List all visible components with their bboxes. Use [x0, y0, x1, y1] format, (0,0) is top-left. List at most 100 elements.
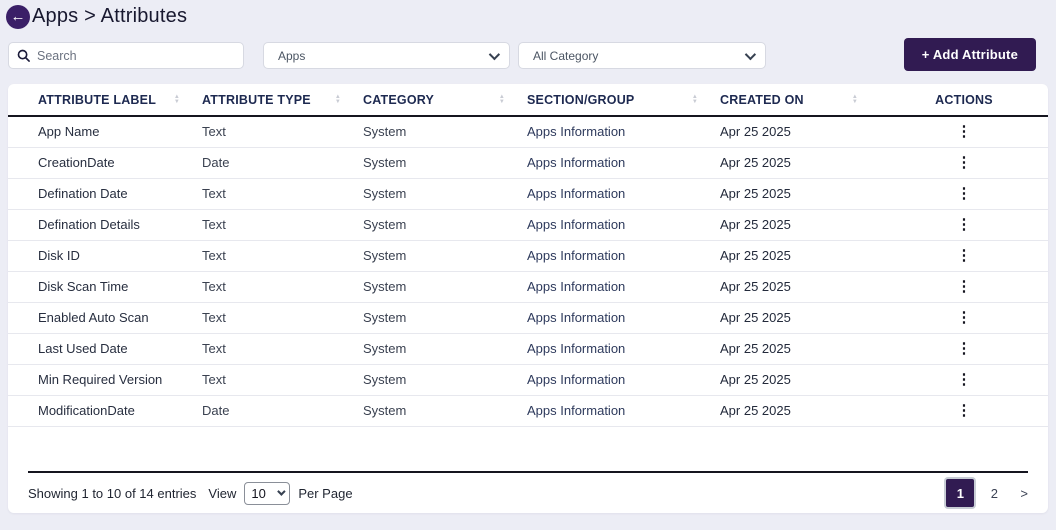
- search-icon: [17, 49, 30, 62]
- row-actions-menu-icon[interactable]: ⋮: [957, 186, 972, 201]
- page-button-1[interactable]: 1: [946, 479, 975, 507]
- cell-actions: ⋮: [880, 178, 1048, 210]
- cell-actions: ⋮: [880, 302, 1048, 334]
- cell-created: Apr 25 2025: [720, 116, 880, 148]
- table-row: Defination Details Text System Apps Informa…: [8, 209, 1048, 241]
- pagination: 1 2 >: [940, 479, 1028, 507]
- cell-category: System: [363, 178, 527, 210]
- row-actions-menu-icon[interactable]: ⋮: [957, 341, 972, 356]
- cell-actions: ⋮: [880, 209, 1048, 241]
- arrow-left-icon: ←: [10, 8, 26, 25]
- sort-icon: ▲ ▼: [851, 93, 858, 105]
- column-header-actions: ACTIONS: [880, 84, 1048, 117]
- cell-section: Apps Information: [527, 302, 720, 334]
- footer-left: Showing 1 to 10 of 14 entries View 10 Pe…: [28, 481, 353, 505]
- row-actions-menu-icon[interactable]: ⋮: [957, 155, 972, 170]
- cell-actions: ⋮: [880, 333, 1048, 365]
- cell-label: Defination Details: [8, 209, 202, 241]
- cell-label: App Name: [8, 116, 202, 148]
- column-header-created-on[interactable]: CREATED ON ▲ ▼: [720, 84, 880, 117]
- cell-created: Apr 25 2025: [720, 395, 880, 427]
- cell-actions: ⋮: [880, 240, 1048, 272]
- cell-section: Apps Information: [527, 116, 720, 148]
- chevron-down-icon: [488, 48, 501, 60]
- category-filter-select[interactable]: All Category: [518, 42, 766, 69]
- cell-label: Disk ID: [8, 240, 202, 272]
- apps-filter-value: Apps: [278, 48, 306, 63]
- table-row: CreationDate Date System Apps Information Ap…: [8, 147, 1048, 179]
- column-label: CREATED ON: [720, 92, 804, 107]
- per-page-value: 10: [251, 485, 266, 501]
- table-row: App Name Text System Apps Information Apr 25…: [8, 116, 1048, 148]
- column-label: CATEGORY: [363, 92, 435, 107]
- row-actions-menu-icon[interactable]: ⋮: [957, 372, 972, 387]
- cell-actions: ⋮: [880, 271, 1048, 303]
- cell-created: Apr 25 2025: [720, 364, 880, 396]
- cell-category: System: [363, 147, 527, 179]
- cell-category: System: [363, 209, 527, 241]
- table-row: Min Required Version Text System Apps Infor…: [8, 364, 1048, 396]
- attributes-table: ATTRIBUTE LABEL ▲ ▼ ATTRIBUTE TYPE ▲ ▼ CATEGOR…: [8, 84, 1048, 427]
- sort-icon: ▲ ▼: [691, 93, 698, 105]
- table-header-row: ATTRIBUTE LABEL ▲ ▼ ATTRIBUTE TYPE ▲ ▼ CATEGOR…: [8, 84, 1048, 117]
- cell-created: Apr 25 2025: [720, 240, 880, 272]
- cell-section: Apps Information: [527, 364, 720, 396]
- cell-type: Text: [202, 271, 363, 303]
- sort-icon: ▲ ▼: [498, 93, 505, 105]
- column-header-attribute-label[interactable]: ATTRIBUTE LABEL ▲ ▼: [8, 84, 202, 117]
- cell-category: System: [363, 364, 527, 396]
- cell-type: Text: [202, 178, 363, 210]
- table-row: Defination Date Text System Apps Informatio…: [8, 178, 1048, 210]
- cell-section: Apps Information: [527, 209, 720, 241]
- next-page-button[interactable]: >: [1020, 486, 1028, 501]
- column-label: SECTION/GROUP: [527, 92, 635, 107]
- cell-type: Text: [202, 302, 363, 334]
- cell-type: Date: [202, 147, 363, 179]
- column-header-category[interactable]: CATEGORY ▲ ▼: [363, 84, 527, 117]
- column-header-attribute-type[interactable]: ATTRIBUTE TYPE ▲ ▼: [202, 84, 363, 117]
- cell-label: Min Required Version: [8, 364, 202, 396]
- row-actions-menu-icon[interactable]: ⋮: [957, 403, 972, 418]
- cell-category: System: [363, 271, 527, 303]
- toolbar: Apps All Category + Add Attribute: [0, 38, 1056, 78]
- cell-label: Enabled Auto Scan: [8, 302, 202, 334]
- row-actions-menu-icon[interactable]: ⋮: [957, 124, 972, 139]
- cell-category: System: [363, 116, 527, 148]
- row-actions-menu-icon[interactable]: ⋮: [957, 248, 972, 263]
- cell-type: Date: [202, 395, 363, 427]
- page-title: Apps > Attributes: [32, 5, 188, 27]
- cell-actions: ⋮: [880, 364, 1048, 396]
- cell-section: Apps Information: [527, 271, 720, 303]
- cell-label: Defination Date: [8, 178, 202, 210]
- search-input[interactable]: [37, 48, 235, 63]
- cell-section: Apps Information: [527, 395, 720, 427]
- cell-category: System: [363, 333, 527, 365]
- cell-actions: ⋮: [880, 116, 1048, 148]
- row-actions-menu-icon[interactable]: ⋮: [957, 310, 972, 325]
- table-row: Disk ID Text System Apps Information Apr 25 …: [8, 240, 1048, 272]
- sort-icon: ▲ ▼: [173, 93, 180, 105]
- cell-type: Text: [202, 240, 363, 272]
- cell-label: CreationDate: [8, 147, 202, 179]
- cell-section: Apps Information: [527, 147, 720, 179]
- row-actions-menu-icon[interactable]: ⋮: [957, 217, 972, 232]
- table-row: Last Used Date Text System Apps Information…: [8, 333, 1048, 365]
- cell-label: ModificationDate: [8, 395, 202, 427]
- row-actions-menu-icon[interactable]: ⋮: [957, 279, 972, 294]
- view-label: View: [208, 485, 237, 501]
- back-button[interactable]: ←: [6, 4, 30, 29]
- cell-section: Apps Information: [527, 178, 720, 210]
- page-button-2[interactable]: 2: [980, 479, 1008, 507]
- per-page-label: Per Page: [298, 485, 353, 501]
- cell-section: Apps Information: [527, 240, 720, 272]
- cell-section: Apps Information: [527, 333, 720, 365]
- cell-created: Apr 25 2025: [720, 302, 880, 334]
- column-header-section-group[interactable]: SECTION/GROUP ▲ ▼: [527, 84, 720, 117]
- cell-actions: ⋮: [880, 395, 1048, 427]
- cell-created: Apr 25 2025: [720, 147, 880, 179]
- apps-filter-select[interactable]: Apps: [263, 42, 510, 69]
- per-page-select[interactable]: 10: [244, 481, 291, 505]
- cell-category: System: [363, 240, 527, 272]
- add-attribute-button[interactable]: + Add Attribute: [903, 38, 1036, 71]
- table-row: ModificationDate Date System Apps Informati…: [8, 395, 1048, 427]
